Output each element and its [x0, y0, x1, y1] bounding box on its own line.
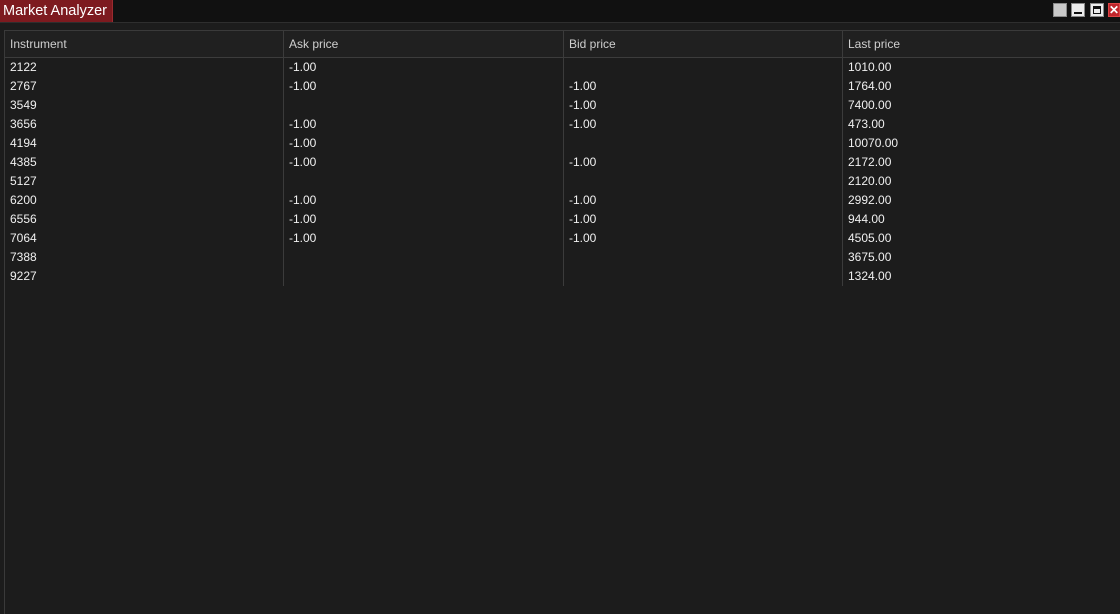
- last-price-cell[interactable]: 944.00: [843, 210, 885, 229]
- last-price-cell[interactable]: 1764.00: [843, 77, 891, 96]
- table-row[interactable]: 6556 -1.00 -1.00 944.00: [5, 210, 1120, 229]
- instrument-cell[interactable]: 6200: [5, 191, 37, 210]
- bid-price-cell[interactable]: -1.00: [564, 115, 596, 134]
- bid-price-cell[interactable]: [564, 134, 569, 153]
- bid-price-cell[interactable]: [564, 58, 569, 77]
- instrument-cell[interactable]: 4194: [5, 134, 37, 153]
- ask-price-cell[interactable]: -1.00: [284, 153, 316, 172]
- table-row[interactable]: 9227 1324.00: [5, 267, 1120, 286]
- instrument-cell[interactable]: 9227: [5, 267, 37, 286]
- column-header-ask-price[interactable]: Ask price: [284, 31, 338, 57]
- table-row[interactable]: 4385 -1.00 -1.00 2172.00: [5, 153, 1120, 172]
- float-window-button[interactable]: [1053, 3, 1067, 17]
- ask-price-cell[interactable]: -1.00: [284, 77, 316, 96]
- ask-price-cell[interactable]: [284, 267, 289, 286]
- table-row[interactable]: 4194 -1.00 10070.00: [5, 134, 1120, 153]
- last-price-cell[interactable]: 7400.00: [843, 96, 891, 115]
- window-title[interactable]: Market Analyzer: [0, 0, 113, 22]
- last-price-cell[interactable]: 10070.00: [843, 134, 898, 153]
- last-price-cell[interactable]: 2992.00: [843, 191, 891, 210]
- bid-price-cell[interactable]: -1.00: [564, 229, 596, 248]
- table-row[interactable]: 6200 -1.00 -1.00 2992.00: [5, 191, 1120, 210]
- last-price-cell[interactable]: 1010.00: [843, 58, 891, 77]
- table-row[interactable]: 7388 3675.00: [5, 248, 1120, 267]
- minimize-button[interactable]: [1071, 3, 1085, 17]
- instrument-cell[interactable]: 5127: [5, 172, 37, 191]
- last-price-cell[interactable]: 2172.00: [843, 153, 891, 172]
- last-price-cell[interactable]: 4505.00: [843, 229, 891, 248]
- bid-price-cell[interactable]: [564, 172, 569, 191]
- ask-price-cell[interactable]: [284, 96, 289, 115]
- instrument-cell[interactable]: 2122: [5, 58, 37, 77]
- market-analyzer-window: Market Analyzer ✕ Instrument Ask price B…: [0, 0, 1120, 614]
- ask-price-cell[interactable]: [284, 172, 289, 191]
- instrument-cell[interactable]: 7388: [5, 248, 37, 267]
- bid-price-cell[interactable]: -1.00: [564, 210, 596, 229]
- bid-price-cell[interactable]: [564, 267, 569, 286]
- grid-rows: 2122 -1.00 1010.00 2767 -1.00 -1.00 1764.00 354…: [5, 58, 1120, 286]
- last-price-cell[interactable]: 2120.00: [843, 172, 891, 191]
- bid-price-cell[interactable]: -1.00: [564, 77, 596, 96]
- table-row[interactable]: 3656 -1.00 -1.00 473.00: [5, 115, 1120, 134]
- table-row[interactable]: 5127 2120.00: [5, 172, 1120, 191]
- close-button[interactable]: ✕: [1108, 3, 1120, 17]
- ask-price-cell[interactable]: -1.00: [284, 58, 316, 77]
- instrument-cell[interactable]: 7064: [5, 229, 37, 248]
- table-row[interactable]: 2767 -1.00 -1.00 1764.00: [5, 77, 1120, 96]
- title-bar[interactable]: Market Analyzer ✕: [0, 0, 1120, 23]
- bid-price-cell[interactable]: -1.00: [564, 153, 596, 172]
- ask-price-cell[interactable]: -1.00: [284, 191, 316, 210]
- ask-price-cell[interactable]: -1.00: [284, 134, 316, 153]
- last-price-cell[interactable]: 473.00: [843, 115, 885, 134]
- column-header-instrument[interactable]: Instrument: [5, 31, 67, 57]
- market-data-grid[interactable]: Instrument Ask price Bid price Last pric…: [4, 30, 1120, 614]
- ask-price-cell[interactable]: -1.00: [284, 210, 316, 229]
- table-row[interactable]: 7064 -1.00 -1.00 4505.00: [5, 229, 1120, 248]
- ask-price-cell[interactable]: [284, 248, 289, 267]
- bid-price-cell[interactable]: -1.00: [564, 96, 596, 115]
- bid-price-cell[interactable]: -1.00: [564, 191, 596, 210]
- ask-price-cell[interactable]: -1.00: [284, 115, 316, 134]
- table-row[interactable]: 3549 -1.00 7400.00: [5, 96, 1120, 115]
- instrument-cell[interactable]: 3549: [5, 96, 37, 115]
- maximize-button[interactable]: [1090, 3, 1104, 17]
- column-header-bid-price[interactable]: Bid price: [564, 31, 616, 57]
- ask-price-cell[interactable]: -1.00: [284, 229, 316, 248]
- instrument-cell[interactable]: 6556: [5, 210, 37, 229]
- last-price-cell[interactable]: 3675.00: [843, 248, 891, 267]
- column-header-last-price[interactable]: Last price: [843, 31, 900, 57]
- instrument-cell[interactable]: 2767: [5, 77, 37, 96]
- instrument-cell[interactable]: 3656: [5, 115, 37, 134]
- last-price-cell[interactable]: 1324.00: [843, 267, 891, 286]
- bid-price-cell[interactable]: [564, 248, 569, 267]
- table-row[interactable]: 2122 -1.00 1010.00: [5, 58, 1120, 77]
- instrument-cell[interactable]: 4385: [5, 153, 37, 172]
